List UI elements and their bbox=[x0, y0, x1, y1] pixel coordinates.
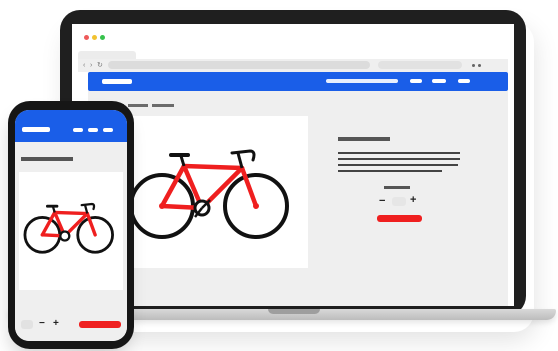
product-image-card bbox=[118, 116, 308, 268]
site-logo[interactable] bbox=[102, 79, 132, 84]
reload-icon[interactable]: ↻ bbox=[97, 62, 103, 69]
laptop-notch bbox=[268, 309, 320, 314]
phone-quantity-field[interactable] bbox=[21, 320, 33, 329]
address-bar[interactable] bbox=[108, 61, 370, 69]
phone-product-title bbox=[21, 157, 73, 161]
nav-link-1[interactable] bbox=[410, 79, 422, 83]
nav-search-field[interactable] bbox=[326, 79, 398, 83]
nav-link-3[interactable] bbox=[458, 79, 470, 83]
product-description-line bbox=[338, 170, 442, 172]
quantity-field[interactable] bbox=[392, 197, 406, 206]
breadcrumb-2[interactable] bbox=[128, 104, 148, 107]
maximize-dot-icon[interactable] bbox=[100, 35, 105, 40]
phone-nav-link-2[interactable] bbox=[88, 128, 98, 132]
kebab-menu-icon[interactable] bbox=[472, 64, 475, 67]
minimize-dot-icon[interactable] bbox=[92, 35, 97, 40]
nav-link-2[interactable] bbox=[432, 79, 446, 83]
product-description-line bbox=[338, 158, 460, 160]
chevron-right-icon[interactable]: › bbox=[90, 62, 92, 69]
phone-navbar bbox=[15, 110, 127, 142]
laptop-screen: ‹ › ↻ − + bbox=[72, 24, 514, 306]
phone-bicycle-icon bbox=[23, 202, 114, 254]
phone-screen: − + bbox=[15, 110, 127, 341]
phone-minus-icon[interactable]: − bbox=[39, 319, 45, 329]
phone-logo[interactable] bbox=[22, 127, 50, 132]
phone-nav-link-3[interactable] bbox=[103, 128, 113, 132]
product-description-line bbox=[338, 164, 458, 166]
toolbar-field[interactable] bbox=[378, 61, 462, 69]
phone-nav-link-1[interactable] bbox=[73, 128, 83, 132]
phone-plus-icon[interactable]: + bbox=[53, 319, 59, 329]
minus-icon[interactable]: − bbox=[379, 196, 385, 207]
product-price bbox=[384, 186, 410, 189]
bicycle-icon bbox=[129, 149, 289, 239]
plus-icon[interactable]: + bbox=[410, 195, 416, 206]
phone-add-to-cart-button[interactable] bbox=[79, 321, 121, 328]
phone-product-image-card bbox=[19, 172, 123, 290]
phone-speaker bbox=[55, 104, 87, 109]
breadcrumb-3[interactable] bbox=[152, 104, 174, 107]
site-navbar bbox=[88, 72, 508, 91]
kebab-menu-icon-dot[interactable] bbox=[478, 64, 481, 67]
add-to-cart-button[interactable] bbox=[377, 215, 422, 222]
close-dot-icon[interactable] bbox=[84, 35, 89, 40]
product-description-line bbox=[338, 152, 460, 154]
browser-tab[interactable] bbox=[78, 51, 136, 59]
product-title bbox=[338, 137, 390, 141]
chevron-left-icon[interactable]: ‹ bbox=[83, 62, 85, 69]
